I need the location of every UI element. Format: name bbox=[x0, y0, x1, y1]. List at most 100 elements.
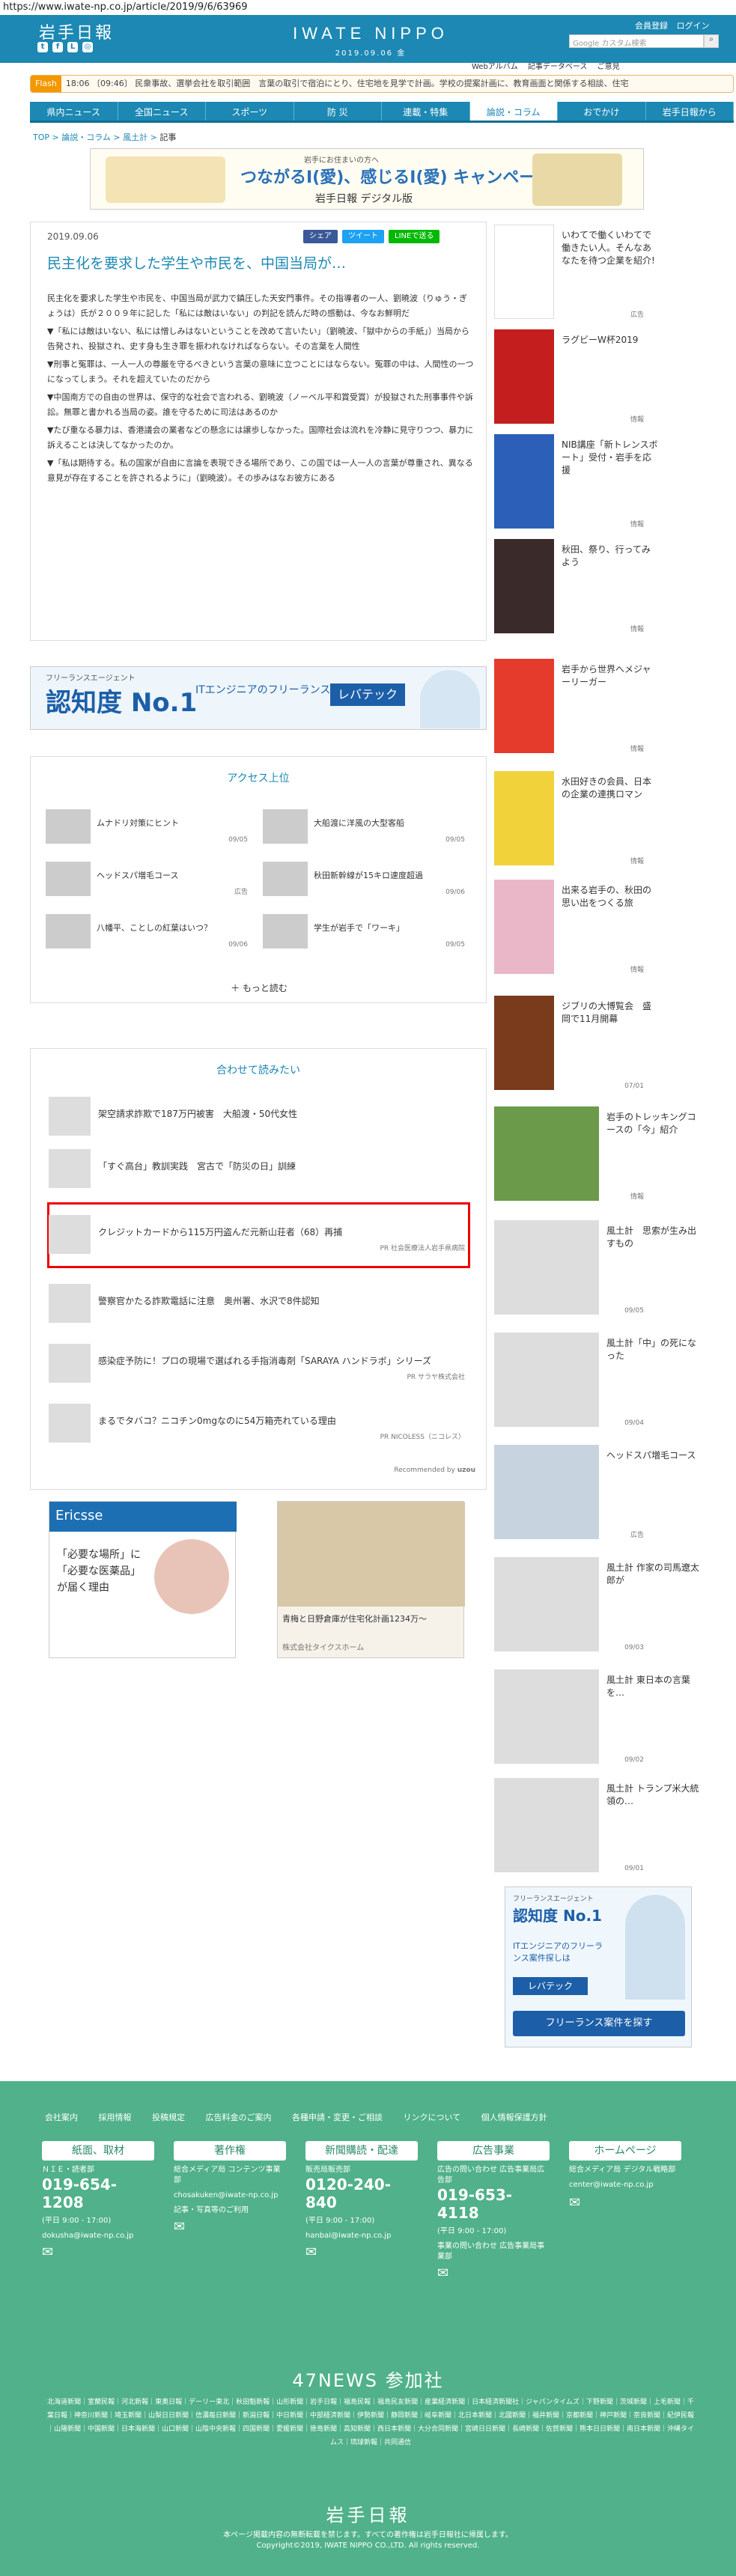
sidebar-item[interactable]: 出来る岩手の、秋田の思い出をつくる旅 情報 bbox=[494, 880, 719, 977]
footer-link[interactable]: リンクについて bbox=[404, 2113, 461, 2122]
ranking-item[interactable]: 大船渡に洋風の大型客船 09/05 bbox=[263, 809, 465, 847]
sidebar-item[interactable]: NIB講座「新トレンスボート」受付・岩手を応援 情報 bbox=[494, 434, 719, 532]
sidebar-item[interactable]: 岩手から世界へメジャーリーガー 情報 bbox=[494, 659, 719, 756]
mail-icon[interactable]: ✉ bbox=[42, 2244, 154, 2260]
mail-icon[interactable]: ✉ bbox=[437, 2265, 550, 2281]
global-nav: 県内ニュース 全国ニュース スポーツ 防 災 連載・特集 論説・コラム おでかけ… bbox=[30, 102, 734, 123]
footer-link[interactable]: 各種申請・変更・ご相談 bbox=[292, 2113, 383, 2122]
more-button[interactable]: ＋ もっと読む bbox=[31, 981, 487, 994]
phone-number[interactable]: 019-653-4118 bbox=[437, 2186, 550, 2222]
email-link[interactable]: dokusha@iwate-np.co.jp bbox=[42, 2231, 154, 2241]
related-item[interactable]: 感染症予防に！プロの現場で選ばれる手指消毒剤「SARAYA ハンドラボ」シリーズ… bbox=[49, 1341, 468, 1386]
related-item[interactable]: 警察官かたる詐欺電話に注意 奥州署、水沢で8件認知 bbox=[49, 1281, 468, 1326]
crumb-link[interactable]: 論説・コラム bbox=[61, 133, 111, 142]
url-bar[interactable]: https://www.iwate-np.co.jp/article/2019/… bbox=[0, 0, 736, 15]
sidebar-item[interactable]: ラグビーW杯2019 情報 bbox=[494, 329, 719, 427]
mail-icon[interactable]: ✉ bbox=[569, 2195, 681, 2211]
site-logo[interactable]: 岩手日報 bbox=[39, 19, 114, 43]
ranking-item[interactable]: ムナドリ対策にヒント 09/05 bbox=[46, 809, 248, 847]
sidebar-title: 岩手から世界へメジャーリーガー bbox=[562, 664, 651, 687]
related-sponsor: PR 社会医療法人岩手県病院 bbox=[380, 1245, 465, 1252]
sidebar-item[interactable]: ジブリの大博覧会 盛岡で11月開幕 07/01 bbox=[494, 996, 719, 1093]
sidebar-item[interactable]: 風土計 東日本の言葉を… 09/02 bbox=[494, 1669, 719, 1767]
footer-col-link[interactable]: 記事・写真等のご利用 bbox=[174, 2205, 286, 2216]
nav-item[interactable]: 連載・特集 bbox=[382, 102, 470, 121]
phone-number[interactable]: 019-654-1208 bbox=[42, 2175, 154, 2211]
footer-link[interactable]: 会社案内 bbox=[45, 2113, 78, 2122]
related-item[interactable]: 架空請求詐欺で187万円被害 大船渡・50代女性 bbox=[49, 1094, 468, 1139]
sidebar-ad[interactable]: フリーランスエージェント 認知度 No.1 ITエンジニアのフリーランス案件探し… bbox=[505, 1887, 692, 2047]
crumb-link[interactable]: 風土計 bbox=[123, 133, 147, 142]
nav-item[interactable]: おでかけ bbox=[558, 102, 646, 121]
email-link[interactable]: chosakuken@iwate-np.co.jp bbox=[174, 2190, 286, 2201]
nav-item[interactable]: 防 災 bbox=[294, 102, 382, 121]
related-title: 「すぐ高台」教訓実践 宮古で「防災の日」訓練 bbox=[98, 1161, 296, 1172]
facebook-share-button[interactable]: シェア bbox=[303, 230, 338, 243]
instagram-icon[interactable]: ◎ bbox=[82, 42, 93, 52]
sidebar-item[interactable]: 岩手のトレッキングコースの「今」紹介 情報 bbox=[494, 1106, 719, 1204]
subnav-item[interactable]: 記事データベース bbox=[528, 63, 588, 71]
sidebar-item[interactable]: いわてで働くいわてで働きたい人。そんなあなたを待つ企業を紹介! 広告 bbox=[494, 225, 719, 322]
sidebar-item[interactable]: 風土計 トランプ米大統領の… 09/01 bbox=[494, 1778, 719, 1875]
bottom-ad[interactable]: Ericsse 「必要な場所」に「必要な医薬品」が届く理由 bbox=[49, 1501, 237, 1658]
thumbnail bbox=[494, 329, 554, 424]
search-input[interactable]: Google カスタム検索 bbox=[569, 34, 704, 48]
n47-members[interactable]: 北海道新聞｜室蘭民報｜河北新報｜東奥日報｜デーリー東北｜秋田魁新報｜山形新聞｜岩… bbox=[45, 2396, 696, 2449]
nav-item[interactable]: スポーツ bbox=[206, 102, 294, 121]
line-share-button[interactable]: LINEで送る bbox=[389, 230, 440, 243]
sidebar-item[interactable]: 風土計「中」の死になった 09/04 bbox=[494, 1333, 719, 1430]
sidebar-item[interactable]: 風土計 作家の司馬遼太郎が 09/03 bbox=[494, 1557, 719, 1654]
sidebar-item[interactable]: ヘッドスパ増毛コース 広告 bbox=[494, 1445, 719, 1542]
login-link[interactable]: ログイン bbox=[677, 21, 710, 31]
footer-link[interactable]: 投稿規定 bbox=[152, 2113, 185, 2122]
flash-news[interactable]: Flash 18:06 〔09:46〕 民衆事故、選挙会社を取引範囲 言葉の取引で… bbox=[30, 75, 734, 93]
footer-link[interactable]: 広告料金のご案内 bbox=[206, 2113, 272, 2122]
ranking-item[interactable]: 秋田新幹線が15キロ速度超過 09/06 bbox=[263, 862, 465, 899]
twitter-icon[interactable]: t bbox=[37, 42, 48, 52]
twitter-share-button[interactable]: ツイート bbox=[342, 230, 384, 243]
nav-item[interactable]: 県内ニュース bbox=[30, 102, 118, 121]
line-icon[interactable]: L bbox=[67, 42, 78, 52]
subnav-item[interactable]: ご意見 bbox=[597, 63, 620, 71]
ranking-item[interactable]: ヘッドスパ増毛コース 広告 bbox=[46, 862, 248, 899]
ad-banner[interactable]: フリーランスエージェント 認知度 No.1 ITエンジニアのフリーランス案件探し… bbox=[30, 666, 487, 730]
footer-link[interactable]: 採用情報 bbox=[99, 2113, 132, 2122]
nav-item-active[interactable]: 論説・コラム bbox=[469, 102, 558, 121]
related-item[interactable]: クレジットカードから115万円盗んだ元新山荘者（68）再捕 PR 社会医療法人岩手… bbox=[49, 1212, 468, 1257]
sidebar-title: 出来る岩手の、秋田の思い出をつくる旅 bbox=[562, 885, 652, 908]
sidebar-title: 岩手のトレッキングコースの「今」紹介 bbox=[606, 1112, 696, 1135]
search-icon[interactable]: ⌕ bbox=[704, 34, 719, 48]
nav-item[interactable]: 岩手日報から bbox=[646, 102, 734, 121]
ranking-item[interactable]: 学生が岩手で「ワーキ」 09/05 bbox=[263, 914, 465, 951]
sidebar-item[interactable]: 風土計 思索が生み出すもの 09/05 bbox=[494, 1220, 719, 1318]
ranking-date: 09/06 bbox=[228, 941, 248, 949]
ranking-item[interactable]: 八幡平、ことしの紅葉はいつ？ 09/06 bbox=[46, 914, 248, 951]
flash-text[interactable]: 18:06 〔09:46〕 民衆事故、選挙会社を取引範囲 言葉の取引で宿泊にとり… bbox=[66, 79, 629, 88]
related-item[interactable]: 「すぐ高台」教訓実践 宮古で「防災の日」訓練 bbox=[49, 1146, 468, 1191]
mail-icon[interactable]: ✉ bbox=[305, 2244, 418, 2260]
ad-cta-button[interactable]: フリーランス案件を探す bbox=[513, 2011, 685, 2036]
nav-item[interactable]: 全国ニュース bbox=[118, 102, 206, 121]
phone-number[interactable]: 0120-240-840 bbox=[305, 2175, 418, 2211]
sidebar-item[interactable]: 水田好きの会員、日本の企業の連携ロマン 情報 bbox=[494, 771, 719, 868]
article-body: 民主化を要求した学生や市民を、中国当局が武力で鎮圧した天安門事件。その指導者の一… bbox=[47, 291, 474, 489]
access-ranking: アクセス上位 ムナドリ対策にヒント 09/05 大船渡に洋風の大型客船 09/05 … bbox=[30, 756, 487, 1003]
footer-link[interactable]: 個人情報保護方針 bbox=[481, 2113, 547, 2122]
campaign-banner[interactable]: 岩手にお住まいの方へ つながるI(愛)、感じるI(愛) キャンペーン実施中! 岩… bbox=[90, 148, 644, 210]
mail-icon[interactable]: ✉ bbox=[174, 2219, 286, 2235]
bottom-ad[interactable]: 青梅と日野倉庫が住宅化計画1234万〜 株式会社タイクスホーム bbox=[277, 1501, 465, 1658]
email-link[interactable]: hanbai@iwate-np.co.jp bbox=[305, 2231, 418, 2241]
sidebar-item[interactable]: 秋田、祭り、行ってみよう 情報 bbox=[494, 539, 719, 636]
email-link[interactable]: center@iwate-np.co.jp bbox=[569, 2180, 681, 2190]
ad-brand: レバテック bbox=[330, 683, 405, 706]
thumbnail bbox=[49, 1404, 91, 1443]
crumb-link[interactable]: TOP bbox=[33, 133, 49, 142]
related-item[interactable]: まるでタバコ？ニコチン0mgなのに54万箱売れている理由 PR NICOLESS（… bbox=[49, 1401, 468, 1446]
center-logo[interactable]: IWATE NIPPO bbox=[292, 24, 449, 43]
more-label: もっと読む bbox=[242, 983, 288, 993]
footer-logo[interactable]: 岩手日報 bbox=[0, 2500, 736, 2527]
facebook-icon[interactable]: f bbox=[52, 42, 63, 52]
sidebar-title: 風土計 作家の司馬遼太郎が bbox=[606, 1562, 699, 1586]
subnav-item[interactable]: Webアルバム bbox=[472, 63, 518, 71]
register-link[interactable]: 会員登録 bbox=[635, 21, 668, 31]
